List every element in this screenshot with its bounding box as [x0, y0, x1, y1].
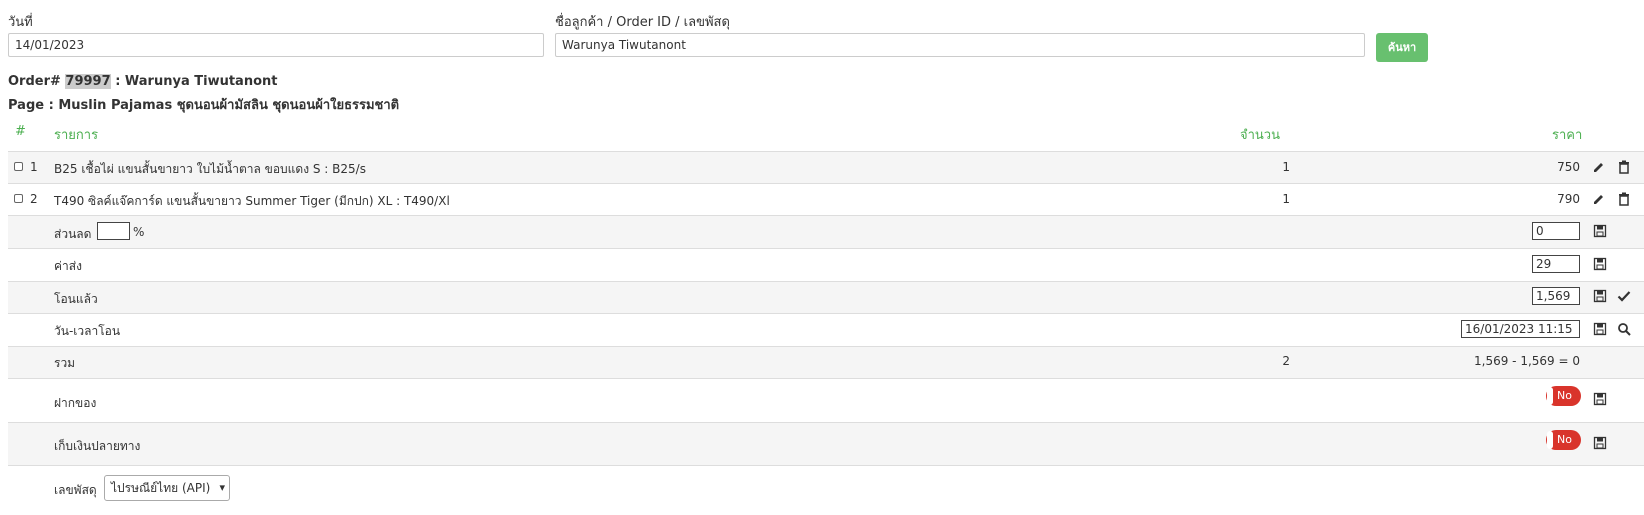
- item-name: B25 เชื้อไผ่ แขนสั้นขายาว ใบไม้น้ำตาล ขอ…: [54, 162, 366, 176]
- transfer-time-row: [8, 313, 1644, 346]
- transfer-time-label: วัน-เวลาโอน: [54, 324, 121, 338]
- percent-symbol: %: [133, 225, 145, 239]
- save-icon[interactable]: [1593, 392, 1607, 406]
- page-line: Page : Muslin Pajamas ชุดนอนผ้ามัสลิน ชุ…: [8, 98, 400, 113]
- search-button[interactable]: ค้นหา: [1376, 33, 1428, 62]
- total-row: [8, 346, 1644, 378]
- transferred-input[interactable]: 1,569: [1532, 287, 1580, 305]
- discount-label: ส่วนลด: [54, 227, 92, 241]
- save-icon[interactable]: [1593, 257, 1607, 271]
- item-price: 750: [1557, 160, 1580, 174]
- deposit-toggle-text: No: [1557, 389, 1572, 402]
- save-icon[interactable]: [1593, 436, 1607, 450]
- order-title: Order# 79997 : Warunya Tiwutanont: [8, 74, 277, 89]
- col-header-qty: จำนวน: [1240, 128, 1280, 143]
- shipping-label: ค่าส่ง: [54, 259, 82, 273]
- col-header-price: ราคา: [1552, 128, 1583, 143]
- transfer-time-input[interactable]: 16/01/2023 11:15: [1461, 320, 1580, 338]
- cod-toggle-text: No: [1557, 433, 1572, 446]
- tracking-label: เลขพัสดุ: [54, 483, 97, 497]
- item-name: T490 ซิลค์แจ๊คการ์ด แขนสั้นขายาว Summer …: [54, 194, 450, 208]
- total-label: รวม: [54, 356, 76, 370]
- order-prefix: Order#: [8, 74, 61, 89]
- discount-percent-input[interactable]: [97, 222, 130, 240]
- toggle-knob: [1547, 431, 1553, 449]
- discount-row: [8, 215, 1644, 248]
- discount-input[interactable]: 0: [1532, 222, 1580, 240]
- pencil-icon[interactable]: [1592, 160, 1606, 174]
- toggle-knob: [1547, 387, 1553, 405]
- deposit-toggle[interactable]: No: [1546, 386, 1581, 406]
- transferred-label: โอนแล้ว: [54, 292, 98, 306]
- carrier-select-value: ไปรษณีย์ไทย (API): [111, 481, 211, 495]
- cod-label: เก็บเงินปลายทาง: [54, 439, 141, 453]
- chevron-down-icon: ▾: [219, 481, 225, 494]
- check-icon[interactable]: [1617, 289, 1631, 303]
- customer-search-label: ชื่อลูกค้า / Order ID / เลขพัสดุ: [555, 15, 730, 30]
- order-customer: : Warunya Tiwutanont: [115, 74, 278, 89]
- row-number: 2: [30, 192, 38, 206]
- col-header-item: รายการ: [54, 128, 99, 143]
- save-icon[interactable]: [1593, 289, 1607, 303]
- cod-row: [8, 422, 1644, 466]
- shipping-input[interactable]: 29: [1532, 255, 1580, 273]
- customer-search-input[interactable]: Warunya Tiwutanont: [555, 33, 1365, 57]
- transferred-row: [8, 281, 1644, 313]
- row-checkbox[interactable]: [14, 162, 23, 171]
- col-header-num: #: [15, 124, 26, 139]
- search-icon[interactable]: [1617, 322, 1631, 336]
- cod-toggle[interactable]: No: [1546, 430, 1581, 450]
- item-price: 790: [1557, 192, 1580, 206]
- pencil-icon[interactable]: [1592, 192, 1606, 206]
- trash-icon[interactable]: [1617, 192, 1631, 206]
- carrier-select[interactable]: ไปรษณีย์ไทย (API) ▾: [104, 475, 230, 501]
- date-label: วันที่: [8, 15, 33, 30]
- shipping-row: [8, 248, 1644, 281]
- trash-icon[interactable]: [1617, 160, 1631, 174]
- item-qty: 1: [1282, 192, 1290, 206]
- row-number: 1: [30, 160, 38, 174]
- date-input[interactable]: 14/01/2023: [8, 33, 544, 57]
- total-qty: 2: [1282, 354, 1290, 368]
- save-icon[interactable]: [1593, 224, 1607, 238]
- deposit-label: ฝากของ: [54, 396, 97, 410]
- total-formula: 1,569 - 1,569 = 0: [1474, 354, 1580, 368]
- row-checkbox[interactable]: [14, 194, 23, 203]
- save-icon[interactable]: [1593, 322, 1607, 336]
- order-id: 79997: [65, 74, 111, 89]
- item-qty: 1: [1282, 160, 1290, 174]
- deposit-row: [8, 378, 1644, 422]
